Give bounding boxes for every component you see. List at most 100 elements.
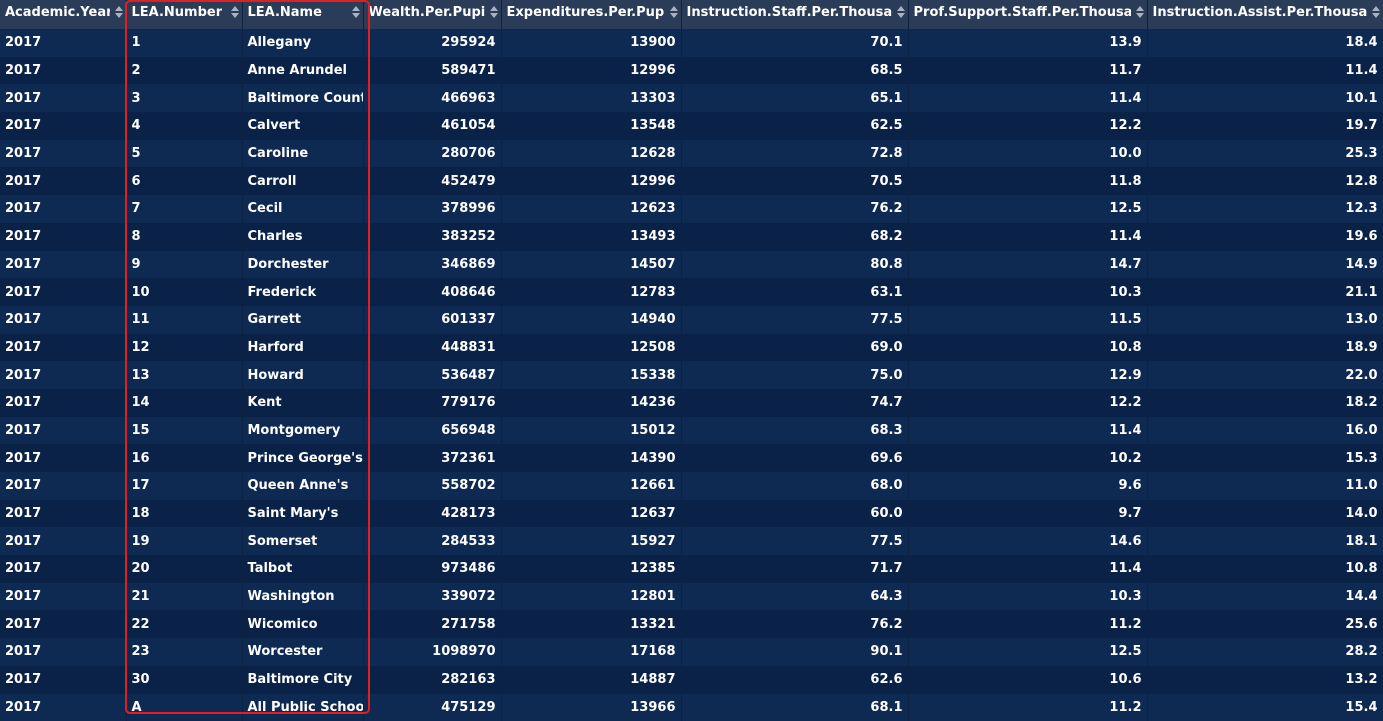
table-cell-expenditures-per-pupil: 12661 [501,472,681,500]
table-cell-wealth-per-pupil: 589471 [363,57,501,85]
table-cell-academic-year: 2017 [0,666,126,694]
column-header-instruction-staff-per-thousand[interactable]: Instruction.Staff.Per.Thousand [681,0,908,29]
sort-arrows-icon[interactable] [897,5,905,19]
table-cell-lea-number: 11 [126,306,242,334]
table-cell-lea-name: Cecil [242,195,363,223]
column-header-lea-name[interactable]: LEA.Name [242,0,363,29]
table-cell-expenditures-per-pupil: 13493 [501,223,681,251]
table-cell-instruction-assist-per-thousand: 19.6 [1147,223,1383,251]
column-header-label: LEA.Number [132,0,223,25]
table-cell-lea-name: Kent [242,389,363,417]
table-cell-lea-number: 10 [126,278,242,306]
table-row: 20179Dorchester3468691450780.814.714.9 [0,251,1383,279]
table-row: 20172Anne Arundel5894711299668.511.711.4 [0,57,1383,85]
sort-arrows-icon[interactable] [115,5,123,19]
table-cell-lea-number: A [126,694,242,721]
table-row: 20177Cecil3789961262376.212.512.3 [0,195,1383,223]
sort-arrows-icon[interactable] [352,5,360,19]
table-cell-instruction-staff-per-thousand: 62.6 [681,666,908,694]
table-cell-instruction-assist-per-thousand: 15.3 [1147,444,1383,472]
table-cell-academic-year: 2017 [0,84,126,112]
table-cell-instruction-assist-per-thousand: 14.0 [1147,500,1383,528]
column-header-label: Academic.Year [5,0,110,25]
table-cell-lea-number: 7 [126,195,242,223]
column-header-label: Instruction.Staff.Per.Thousand [687,0,892,25]
table-cell-lea-number: 14 [126,389,242,417]
table-cell-lea-name: Montgomery [242,417,363,445]
column-header-academic-year[interactable]: Academic.Year [0,0,126,29]
table-cell-academic-year: 2017 [0,694,126,721]
table-cell-wealth-per-pupil: 383252 [363,223,501,251]
table-cell-prof-support-staff-per-thousand: 12.9 [908,361,1147,389]
table-cell-lea-number: 21 [126,583,242,611]
table-cell-instruction-staff-per-thousand: 64.3 [681,583,908,611]
table-cell-instruction-assist-per-thousand: 19.7 [1147,112,1383,140]
table-row: 201722Wicomico2717581332176.211.225.6 [0,610,1383,638]
table-cell-prof-support-staff-per-thousand: 10.0 [908,140,1147,168]
table-cell-lea-name: Calvert [242,112,363,140]
table-row: 201717Queen Anne's5587021266168.09.611.0 [0,472,1383,500]
sort-arrows-icon[interactable] [231,5,239,19]
table-cell-expenditures-per-pupil: 13303 [501,84,681,112]
column-header-instruction-assist-per-thousand[interactable]: Instruction.Assist.Per.Thousand [1147,0,1383,29]
table-cell-wealth-per-pupil: 280706 [363,140,501,168]
table-cell-expenditures-per-pupil: 12996 [501,167,681,195]
table-cell-prof-support-staff-per-thousand: 11.4 [908,555,1147,583]
table-cell-prof-support-staff-per-thousand: 11.5 [908,306,1147,334]
sort-arrows-icon[interactable] [490,5,498,19]
table-cell-wealth-per-pupil: 1098970 [363,638,501,666]
sort-arrows-icon[interactable] [1136,5,1144,19]
table-cell-academic-year: 2017 [0,251,126,279]
sort-arrows-icon[interactable] [670,5,678,19]
table-cell-lea-name: Wicomico [242,610,363,638]
table-cell-lea-number: 8 [126,223,242,251]
table-cell-lea-name: Caroline [242,140,363,168]
table-cell-academic-year: 2017 [0,527,126,555]
table-cell-wealth-per-pupil: 378996 [363,195,501,223]
table-cell-academic-year: 2017 [0,195,126,223]
table-cell-prof-support-staff-per-thousand: 10.6 [908,666,1147,694]
table-cell-prof-support-staff-per-thousand: 11.4 [908,223,1147,251]
table-cell-instruction-assist-per-thousand: 22.0 [1147,361,1383,389]
table-row: 201715Montgomery6569481501268.311.416.0 [0,417,1383,445]
table-row: 20178Charles3832521349368.211.419.6 [0,223,1383,251]
table-cell-lea-number: 1 [126,29,242,57]
table-cell-instruction-assist-per-thousand: 12.8 [1147,167,1383,195]
table-cell-expenditures-per-pupil: 12628 [501,140,681,168]
table-cell-instruction-staff-per-thousand: 69.0 [681,334,908,362]
table-cell-instruction-staff-per-thousand: 72.8 [681,140,908,168]
table-cell-wealth-per-pupil: 536487 [363,361,501,389]
column-header-expenditures-per-pupil[interactable]: Expenditures.Per.Pupil [501,0,681,29]
table-cell-instruction-assist-per-thousand: 25.6 [1147,610,1383,638]
table-cell-wealth-per-pupil: 656948 [363,417,501,445]
table-cell-expenditures-per-pupil: 12637 [501,500,681,528]
table-cell-lea-name: Somerset [242,527,363,555]
table-cell-expenditures-per-pupil: 12623 [501,195,681,223]
table-cell-instruction-staff-per-thousand: 71.7 [681,555,908,583]
table-cell-instruction-assist-per-thousand: 25.3 [1147,140,1383,168]
table-cell-lea-number: 13 [126,361,242,389]
table-cell-instruction-staff-per-thousand: 70.5 [681,167,908,195]
table-cell-wealth-per-pupil: 284533 [363,527,501,555]
table-cell-prof-support-staff-per-thousand: 10.3 [908,278,1147,306]
table-row: 20174Calvert4610541354862.512.219.7 [0,112,1383,140]
table-cell-prof-support-staff-per-thousand: 9.7 [908,500,1147,528]
table-cell-instruction-staff-per-thousand: 77.5 [681,306,908,334]
column-header-lea-number[interactable]: LEA.Number [126,0,242,29]
table-row: 201720Talbot9734861238571.711.410.8 [0,555,1383,583]
table-cell-instruction-assist-per-thousand: 18.4 [1147,29,1383,57]
table-cell-instruction-staff-per-thousand: 68.2 [681,223,908,251]
column-header-prof-support-staff-per-thousand[interactable]: Prof.Support.Staff.Per.Thousand [908,0,1147,29]
table-cell-prof-support-staff-per-thousand: 10.2 [908,444,1147,472]
table-cell-lea-name: Anne Arundel [242,57,363,85]
table-row: 2017AAll Public Schools4751291396668.111… [0,694,1383,721]
table-cell-lea-name: Baltimore County [242,84,363,112]
column-header-wealth-per-pupil[interactable]: Wealth.Per.Pupil [363,0,501,29]
sort-arrows-icon[interactable] [1372,5,1380,19]
table-row: 201712Harford4488311250869.010.818.9 [0,334,1383,362]
table-cell-lea-number: 4 [126,112,242,140]
table-cell-academic-year: 2017 [0,389,126,417]
table-cell-prof-support-staff-per-thousand: 14.7 [908,251,1147,279]
table-cell-prof-support-staff-per-thousand: 13.9 [908,29,1147,57]
column-header-label: Wealth.Per.Pupil [369,0,485,25]
